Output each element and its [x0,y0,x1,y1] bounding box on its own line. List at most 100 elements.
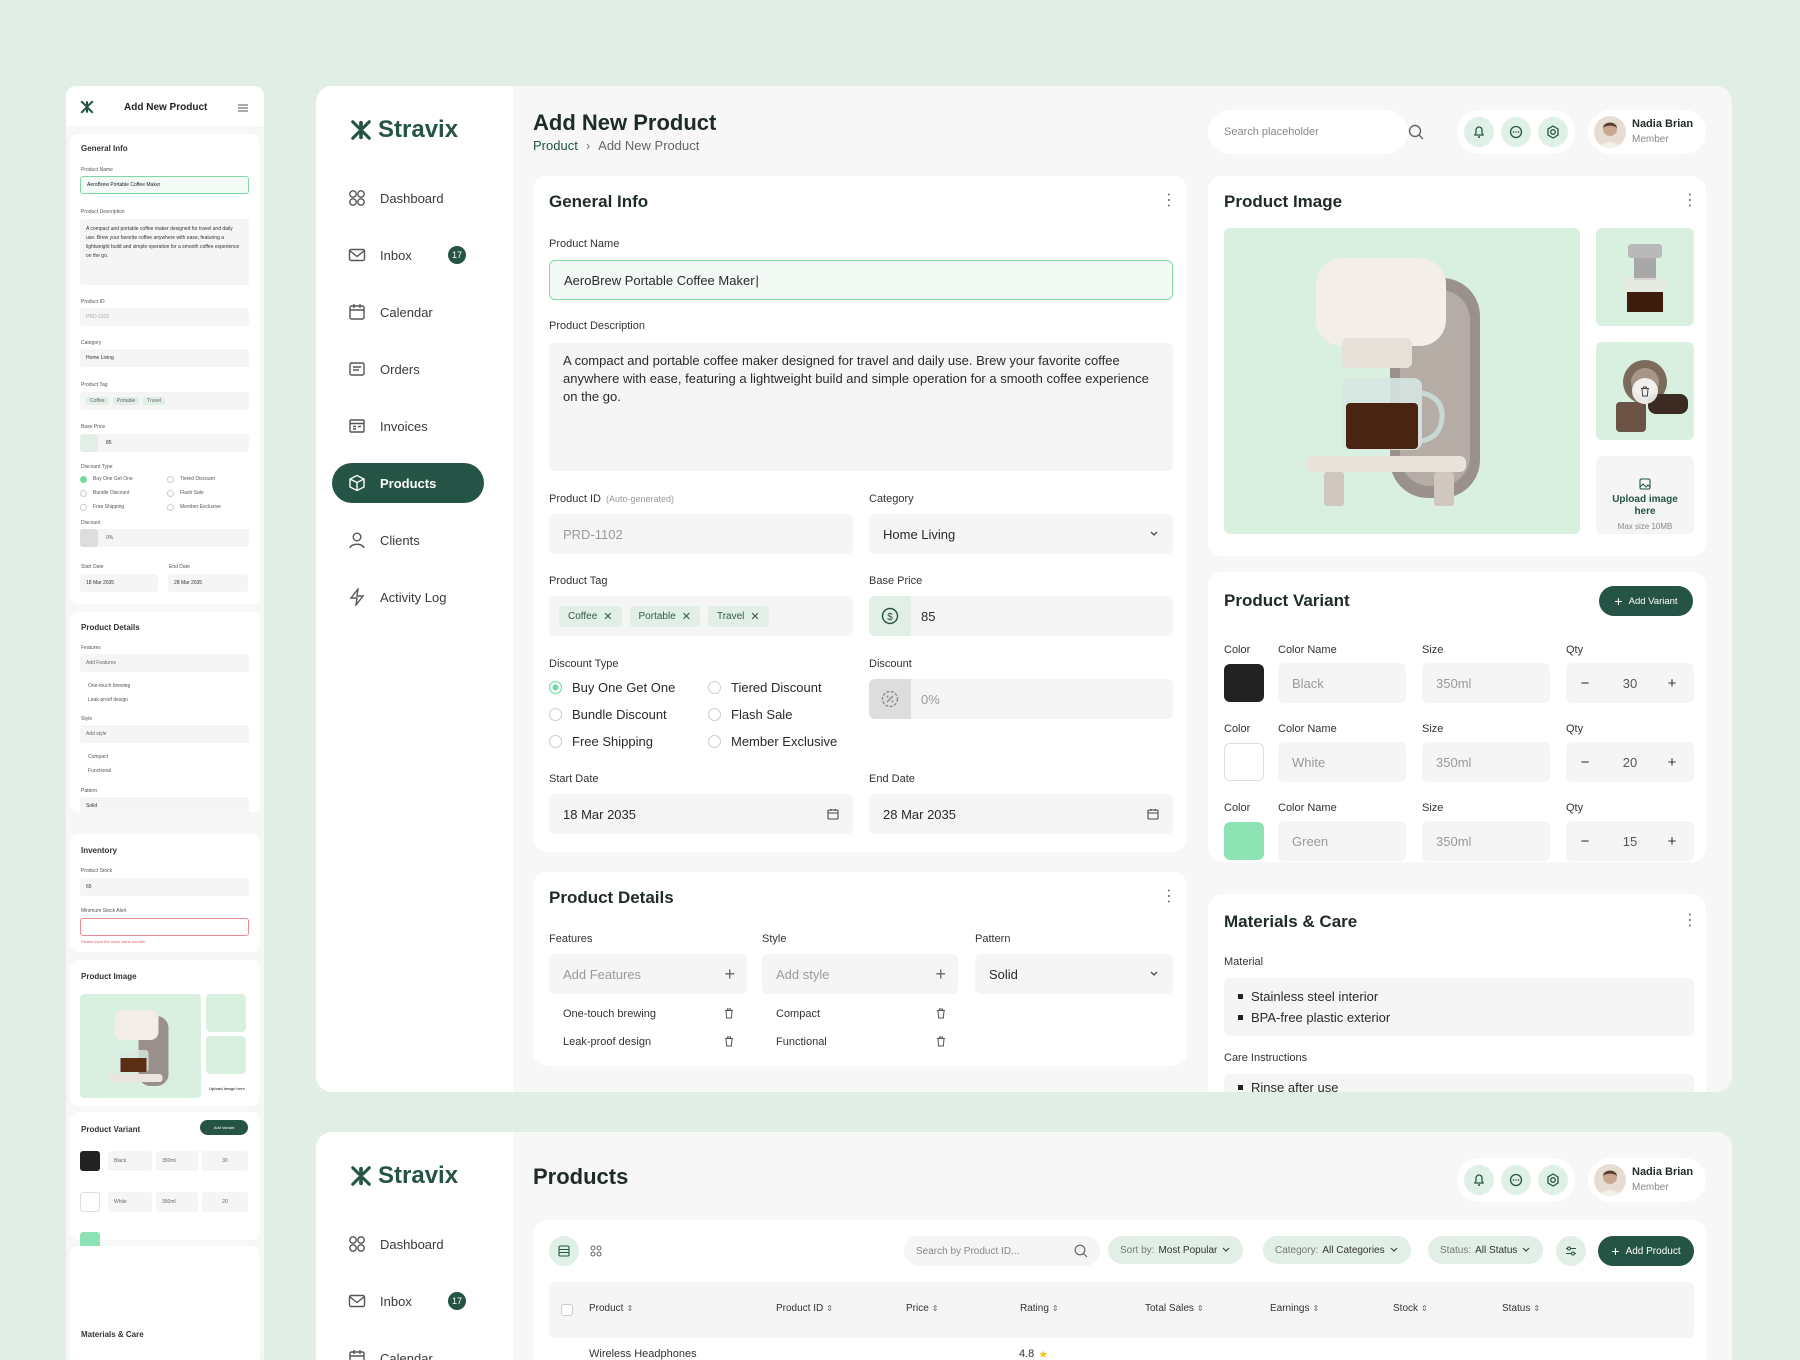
mobile-variant-size[interactable]: 350ml [156,1192,198,1212]
more-options-icon[interactable]: ⋮ [1161,888,1177,906]
sidebar-item-calendar[interactable]: Calendar [332,1338,484,1360]
product-tag-input[interactable]: Coffee ✕ Portable ✕ Travel ✕ [549,596,853,636]
discount-type-option[interactable]: Tiered Discount [708,680,822,695]
mobile-start-date-field[interactable]: 18 Mar 2035 [80,574,158,592]
user-profile[interactable]: Nadia Brian Member [1588,110,1706,154]
minus-icon[interactable]: − [1575,831,1595,851]
sort-dropdown[interactable]: Sort by: Most Popular [1108,1236,1244,1264]
more-options-icon[interactable]: ⋮ [1161,192,1177,210]
brand-logo[interactable]: Stravix [350,116,458,144]
sidebar-item-dashboard[interactable]: Dashboard [332,178,484,218]
remove-tag-icon[interactable]: ✕ [603,610,612,623]
trash-icon[interactable] [936,1036,946,1047]
trash-icon[interactable] [936,1008,946,1019]
column-header[interactable]: Price ⇕ [906,1303,939,1314]
mobile-variant-name[interactable]: White [108,1192,152,1212]
grid-view-icon[interactable] [581,1236,611,1266]
mobile-variant-name[interactable]: Black [108,1151,152,1171]
mobile-menu-icon[interactable] [238,104,248,112]
radio-button[interactable] [708,681,721,694]
plus-icon[interactable]: + [1662,673,1682,693]
mobile-swatch-white[interactable] [80,1192,100,1212]
plus-icon[interactable]: + [724,964,735,985]
mobile-discount-option[interactable]: Buy One Get One [93,476,133,482]
trash-icon[interactable] [724,1036,734,1047]
remove-tag-icon[interactable]: ✕ [750,610,759,623]
delete-image-icon[interactable] [1632,378,1658,404]
column-header[interactable]: Total Sales ⇕ [1145,1303,1204,1314]
notification-icon[interactable] [1464,117,1494,147]
description-textarea[interactable]: A compact and portable coffee maker desi… [549,343,1173,471]
color-swatch[interactable] [1224,743,1264,781]
column-header[interactable]: Product ⇕ [589,1303,633,1314]
sidebar-item-invoices[interactable]: Invoices [332,406,484,446]
user-profile[interactable]: Nadia Brian Member [1588,1158,1706,1202]
column-header[interactable]: Rating ⇕ [1020,1303,1059,1314]
radio-button[interactable] [549,681,562,694]
search-icon[interactable] [1408,124,1424,140]
mobile-variant-qty[interactable]: 20 [202,1192,248,1212]
plus-icon[interactable]: + [1662,752,1682,772]
mobile-base-price-field[interactable]: 85 [80,434,249,452]
minus-icon[interactable]: − [1575,752,1595,772]
mobile-variant-size[interactable]: 350ml [156,1151,198,1171]
discount-input[interactable]: 0% [869,679,1173,719]
thumbnail-1[interactable] [1596,228,1694,326]
column-header[interactable]: Product ID ⇕ [776,1303,833,1314]
mobile-discount-option[interactable]: Member Exclusive [180,504,221,510]
mobile-discount-option[interactable]: Free Shipping [93,504,124,510]
variant-color-name-input[interactable]: Black [1278,663,1406,703]
search-input[interactable]: Search placeholder [1208,110,1408,154]
color-swatch[interactable] [1224,822,1264,860]
variant-size-input[interactable]: 350ml [1422,663,1550,703]
minus-icon[interactable]: − [1575,673,1595,693]
more-options-icon[interactable]: ⋮ [1682,192,1698,210]
status-filter[interactable]: Status: All Status [1428,1236,1544,1264]
category-select[interactable]: Home Living [869,514,1173,554]
mobile-discount-option[interactable]: Tiered Discount [180,476,215,482]
trash-icon[interactable] [724,1008,734,1019]
table-row[interactable]: Wireless Headphones 4.8 ★ [549,1344,1694,1360]
sidebar-item-clients[interactable]: Clients [332,520,484,560]
discount-type-option[interactable]: Buy One Get One [549,680,675,695]
radio-button[interactable] [708,708,721,721]
mobile-description-field[interactable]: A compact and portable coffee maker desi… [80,219,249,285]
product-tag[interactable]: Portable ✕ [629,605,700,627]
mobile-upload-text[interactable]: Upload image here [209,1086,245,1091]
mobile-tag-field[interactable]: Coffee Portable Travel [80,392,249,410]
discount-type-option[interactable]: Bundle Discount [549,707,667,722]
radio-button[interactable] [708,735,721,748]
sidebar-item-products[interactable]: Products [332,463,484,503]
mobile-thumb-2[interactable] [206,1036,246,1074]
add-style-input[interactable]: Add style + [762,954,958,994]
settings-icon[interactable] [1538,1165,1568,1195]
more-options-icon[interactable]: ⋮ [1682,912,1698,930]
mobile-add-features[interactable]: Add Features [80,654,249,672]
product-tag[interactable]: Travel ✕ [707,605,769,627]
filter-settings-icon[interactable] [1556,1236,1586,1266]
variant-color-name-input[interactable]: White [1278,742,1406,782]
mobile-discount-option[interactable]: Flash Sale [180,490,204,496]
list-view-icon[interactable] [549,1236,579,1266]
sidebar-item-activity-log[interactable]: Activity Log [332,577,484,617]
mobile-category-field[interactable]: Home Living [80,349,249,367]
mobile-swatch-black[interactable] [80,1151,100,1171]
plus-icon[interactable]: + [1662,831,1682,851]
product-name-input[interactable]: AeroBrew Portable Coffee Maker | [549,260,1173,300]
mobile-variant-qty[interactable]: 30 [202,1151,248,1171]
radio-button[interactable] [549,735,562,748]
product-search-input[interactable]: Search by Product ID... [904,1236,1100,1266]
discount-type-option[interactable]: Free Shipping [549,734,653,749]
settings-icon[interactable] [1538,117,1568,147]
variant-size-input[interactable]: 350ml [1422,821,1550,861]
mobile-end-date-field[interactable]: 28 Mar 2035 [168,574,248,592]
column-header[interactable]: Earnings ⇕ [1270,1303,1319,1314]
column-header[interactable]: Status ⇕ [1502,1303,1540,1314]
start-date-input[interactable]: 18 Mar 2035 [549,794,853,834]
sidebar-item-inbox[interactable]: Inbox 17 [332,1281,484,1321]
column-header[interactable]: Stock ⇕ [1393,1303,1428,1314]
add-features-input[interactable]: Add Features + [549,954,747,994]
radio-button[interactable] [549,708,562,721]
mobile-thumb-1[interactable] [206,994,246,1032]
search-icon[interactable] [1074,1244,1088,1258]
